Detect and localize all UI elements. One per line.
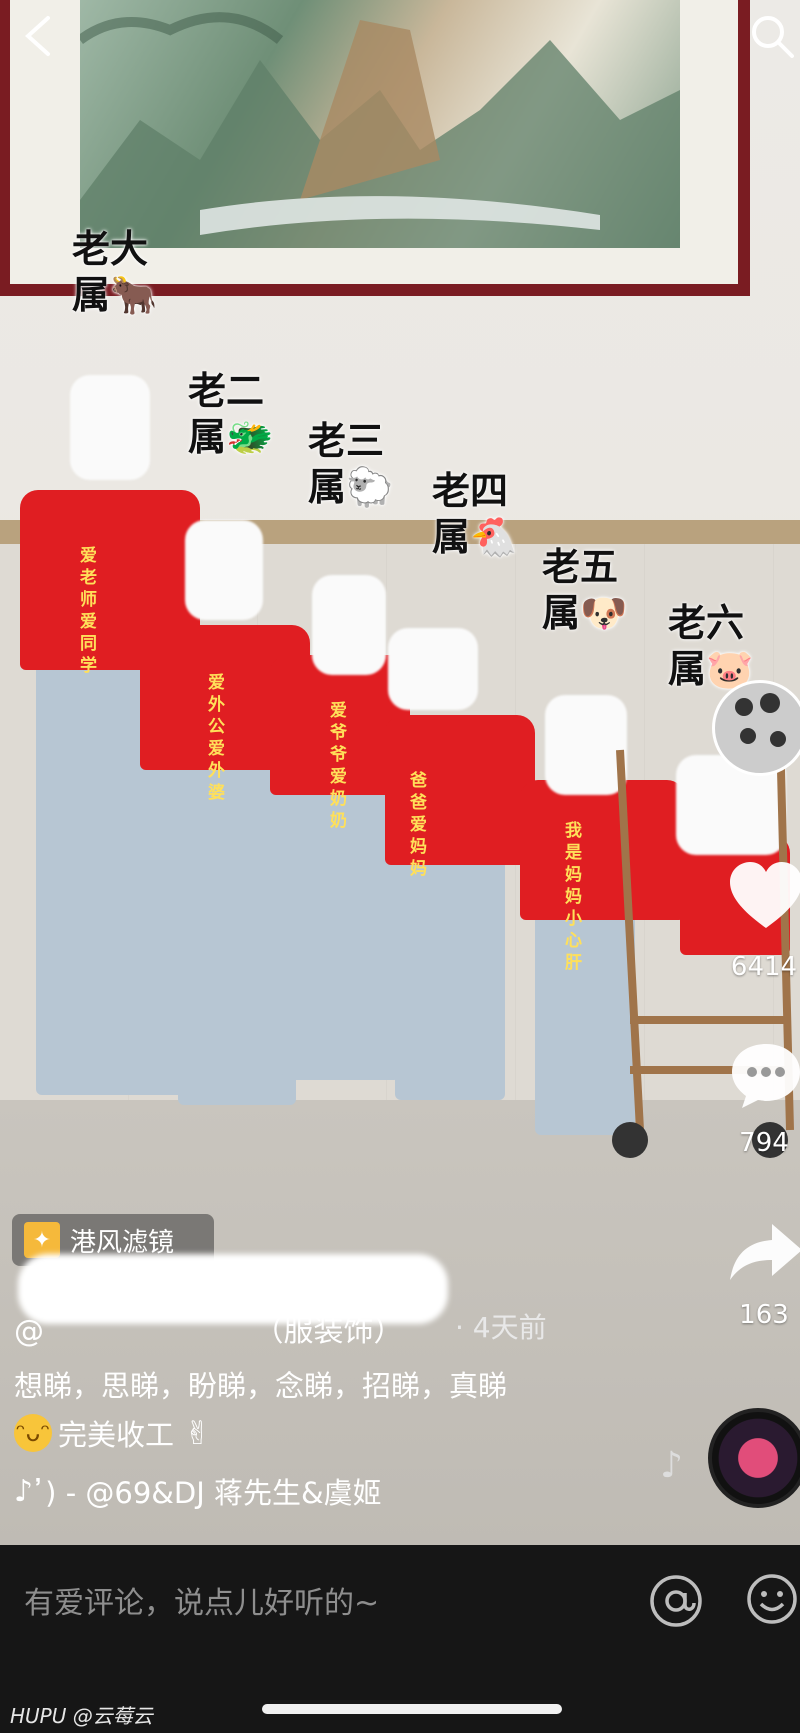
- video-frame[interactable]: 老大 属🐂 老二 属🐲 老三 属🐑 老四 属🐔 老五 属🐶 老六 属🐷 爱老师爱…: [0, 0, 800, 1545]
- censor-block: [18, 1254, 448, 1324]
- victory-hand-icon: ✌: [184, 1414, 211, 1452]
- like-count: 6414: [730, 952, 798, 982]
- post-time: · 4天前: [455, 1311, 547, 1344]
- grin-emoji-icon: ᵔᴗᵔ: [14, 1414, 52, 1452]
- painting-art: [77, 0, 680, 248]
- watermark: HUPU @云莓云: [10, 1704, 153, 1728]
- music-title[interactable]: ♪ ̓) - @69&DJ 蒋先生&虞姬: [14, 1470, 382, 1512]
- search-icon[interactable]: [748, 12, 796, 60]
- emoji-icon[interactable]: [746, 1573, 798, 1625]
- tiktok-note-icon: ♪: [14, 1473, 34, 1509]
- music-disc[interactable]: [708, 1408, 800, 1508]
- label-second: 老二 属🐲: [188, 369, 274, 459]
- description-line-1: 想睇，思睇，盼睇，念睇，招睇，真睇: [14, 1369, 508, 1403]
- blurred-face: [312, 575, 386, 675]
- ox-icon: 🐂: [110, 273, 158, 317]
- mention-icon[interactable]: [648, 1573, 704, 1629]
- share-count: 163: [739, 1300, 789, 1330]
- comment-count: 794: [739, 1128, 789, 1158]
- filter-icon: ✦: [24, 1222, 60, 1258]
- like-icon[interactable]: [728, 860, 800, 936]
- rooster-icon: 🐔: [470, 515, 518, 559]
- dragon-icon: 🐲: [226, 415, 274, 459]
- comment-input[interactable]: 有爱评论，说点儿好听的~: [24, 1578, 379, 1622]
- dog-icon: 🐶: [580, 591, 628, 635]
- comment-icon[interactable]: [728, 1040, 800, 1110]
- blurred-face: [70, 375, 150, 480]
- label-third: 老三 属🐑: [308, 419, 394, 509]
- description-line-2: ᵔᴗᵔ 完美收工 ✌: [14, 1414, 211, 1452]
- label-eldest: 老大 属🐂: [72, 227, 158, 317]
- back-icon[interactable]: [18, 14, 62, 58]
- label-fifth: 老五 属🐶: [542, 545, 628, 635]
- blurred-face: [388, 628, 478, 710]
- music-notes-icon: ♪: [660, 1445, 683, 1486]
- label-sixth: 老六 属🐷: [668, 601, 754, 691]
- share-icon[interactable]: [728, 1220, 800, 1284]
- label-fourth: 老四 属🐔: [432, 469, 518, 559]
- home-indicator[interactable]: [262, 1704, 562, 1714]
- sheep-icon: 🐑: [346, 465, 394, 509]
- blurred-face: [185, 520, 263, 620]
- author-avatar[interactable]: [712, 680, 800, 776]
